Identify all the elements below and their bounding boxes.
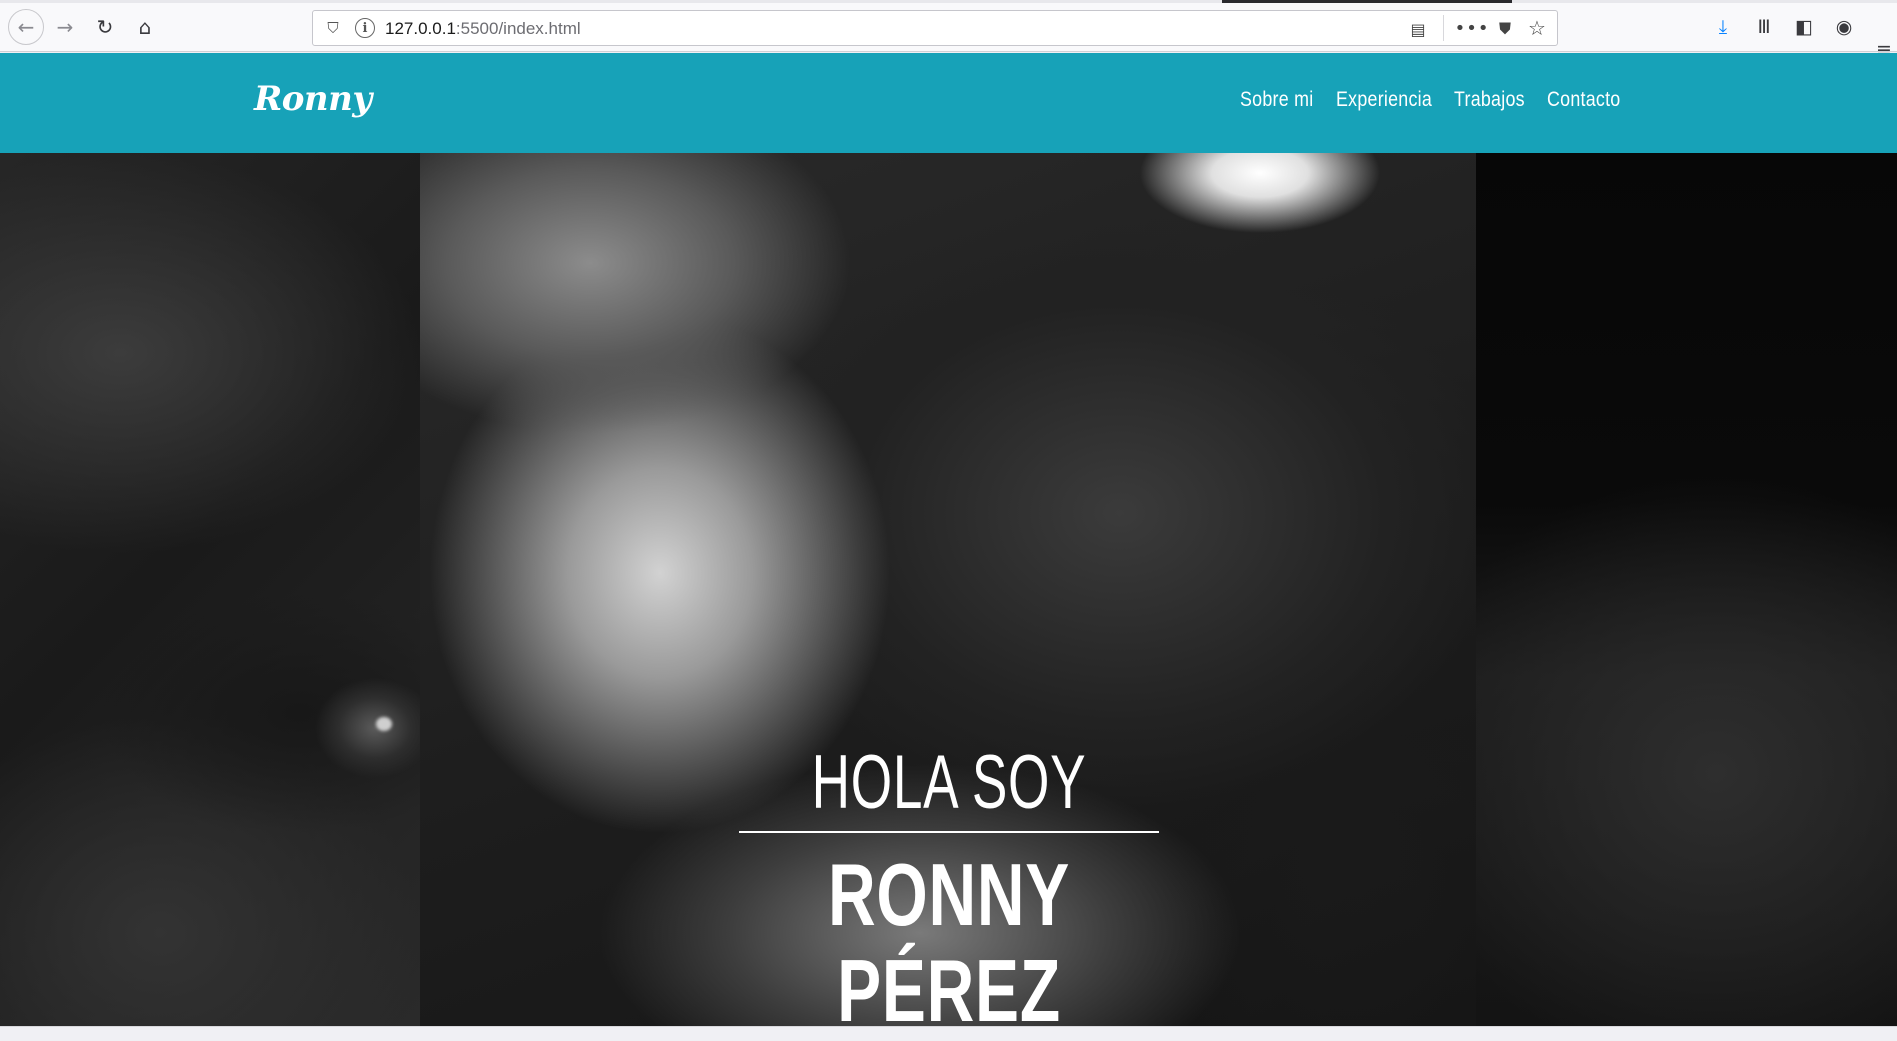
url-text[interactable]: 127.0.0.1:5500/index.html <box>385 19 581 39</box>
hero-photo-left <box>0 153 420 1026</box>
site-info-icon[interactable]: i <box>355 18 375 38</box>
tab-strip <box>0 0 1897 3</box>
hero-section: HOLA SOY RONNY PÉREZ <box>0 153 1897 1026</box>
home-button[interactable]: ⌂ <box>130 12 160 42</box>
account-icon: ◉ <box>1835 16 1853 38</box>
account-button[interactable]: ◉ <box>1829 12 1859 42</box>
reload-icon: ↻ <box>96 15 114 39</box>
window-bottom-edge <box>0 1026 1897 1041</box>
sidebar-icon: ◧ <box>1795 16 1813 38</box>
browser-toolbar: ← → ↻ ⌂ ⛉ i 127.0.0.1:5500/index.html ▤ … <box>0 0 1897 61</box>
hero-name: RONNY PÉREZ <box>827 845 1071 1027</box>
page-actions-more-icon[interactable]: ••• <box>1455 15 1489 41</box>
bookmark-star-icon[interactable]: ☆ <box>1525 16 1549 40</box>
nav-link-trabajos[interactable]: Trabajos <box>1454 88 1525 112</box>
nav-link-sobre-mi[interactable]: Sobre mi <box>1240 88 1313 112</box>
back-button[interactable]: ← <box>8 9 44 45</box>
hero-greeting: HOLA SOY <box>811 740 1087 825</box>
nav-menu: Sobre mi Experiencia Trabajos Contacto <box>1240 88 1633 112</box>
url-path: :5500/index.html <box>455 19 581 38</box>
pocket-icon[interactable]: ⛊ <box>1493 17 1517 41</box>
library-button[interactable]: Ⅲ <box>1749 12 1779 42</box>
dog-eye-highlight <box>376 717 392 731</box>
forward-button[interactable]: → <box>50 12 80 42</box>
site-logo[interactable]: Ronny <box>254 79 372 119</box>
downloads-button[interactable]: ⤓ <box>1708 12 1738 42</box>
url-host: 127.0.0.1 <box>385 19 456 38</box>
page-viewport: Ronny Sobre mi Experiencia Trabajos Cont… <box>0 53 1897 1026</box>
reader-view-icon[interactable]: ▤ <box>1407 18 1429 40</box>
reload-button[interactable]: ↻ <box>90 12 120 42</box>
forward-arrow-icon: → <box>56 15 74 39</box>
address-bar[interactable]: ⛉ i 127.0.0.1:5500/index.html ▤ ••• ⛊ ☆ <box>312 10 1558 46</box>
site-navbar: Ronny Sobre mi Experiencia Trabajos Cont… <box>0 53 1897 153</box>
nav-link-experiencia[interactable]: Experiencia <box>1336 88 1432 112</box>
tracking-protection-shield-icon[interactable]: ⛉ <box>323 18 343 38</box>
home-icon: ⌂ <box>138 15 152 39</box>
urlbar-divider <box>1443 15 1444 41</box>
hero-photo-right <box>1476 153 1897 1026</box>
back-arrow-icon: ← <box>17 15 35 39</box>
download-icon: ⤓ <box>1718 16 1728 38</box>
library-icon: Ⅲ <box>1757 16 1771 38</box>
hero-heading-block: HOLA SOY RONNY PÉREZ <box>639 743 1259 1026</box>
hero-divider <box>739 831 1159 833</box>
active-tab-indicator <box>1222 0 1512 3</box>
sidebar-button[interactable]: ◧ <box>1789 12 1819 42</box>
nav-link-contacto[interactable]: Contacto <box>1547 88 1620 112</box>
